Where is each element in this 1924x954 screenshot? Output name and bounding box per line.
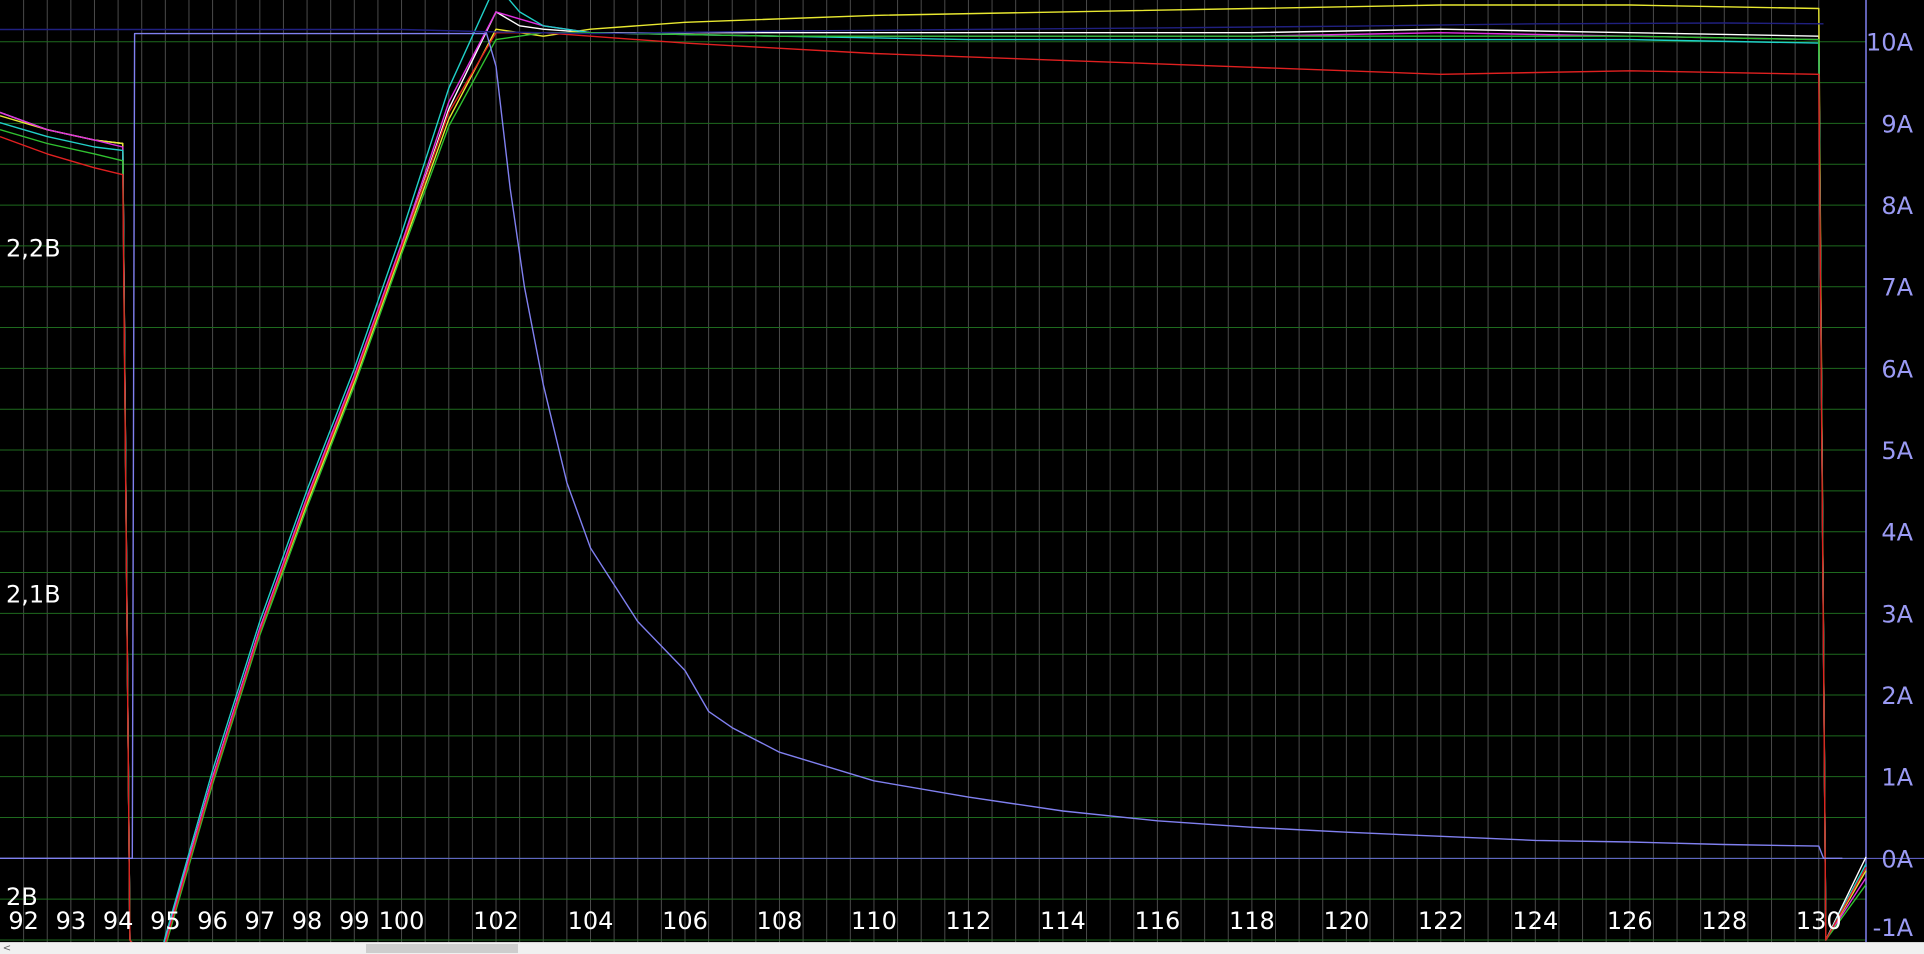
x-tick-label: 106 [662, 907, 708, 935]
chart: 92 93 94 95 96 97 98 99 100 102 104 106 108 110 112 114… [0, 0, 1924, 942]
x-tick-label: 98 [292, 907, 323, 935]
y-right-tick-label: 3A [1881, 600, 1913, 628]
x-tick-label: 130 [1796, 907, 1842, 935]
x-tick-label: 102 [473, 907, 519, 935]
y-right-tick-label: 5A [1881, 437, 1913, 465]
y-right-tick-label: 4A [1881, 519, 1913, 547]
x-tick-label: 108 [757, 907, 803, 935]
y-right-tick-label: 9A [1881, 110, 1913, 138]
y-right-tick-label: 10A [1866, 29, 1914, 57]
scroll-left-arrow-icon[interactable]: < [2, 943, 12, 954]
x-tick-label: 93 [56, 907, 87, 935]
y-left-tick-label: 2,1В [6, 581, 61, 609]
x-tick-label: 97 [245, 907, 276, 935]
x-tick-label: 128 [1701, 907, 1747, 935]
plot-background [0, 0, 1924, 942]
horizontal-scrollbar[interactable]: < [0, 942, 1924, 954]
scroll-thumb[interactable] [366, 944, 518, 953]
x-tick-label: 100 [379, 907, 425, 935]
x-tick-label: 110 [851, 907, 897, 935]
y-left-tick-label: 2,2В [6, 234, 61, 262]
y-left-tick-label: 2В [6, 883, 38, 911]
y-right-tick-label: 6A [1881, 355, 1913, 383]
y-right-tick-label: 1A [1881, 764, 1913, 792]
x-tick-label: 120 [1323, 907, 1369, 935]
x-tick-label: 95 [150, 907, 181, 935]
x-tick-label: 116 [1134, 907, 1180, 935]
x-tick-label: 96 [197, 907, 228, 935]
y-right-tick-label: 2A [1881, 682, 1913, 710]
y-right-tick-label: 8A [1881, 192, 1913, 220]
x-tick-label: 92 [8, 907, 39, 935]
x-tick-label: 118 [1229, 907, 1275, 935]
x-tick-label: 114 [1040, 907, 1086, 935]
y-right-tick-label: -1A [1873, 914, 1914, 942]
x-tick-label: 94 [103, 907, 134, 935]
x-tick-label: 112 [946, 907, 992, 935]
x-tick-label: 122 [1418, 907, 1464, 935]
y-right-tick-label: 0A [1881, 845, 1913, 873]
y-right-tick-label: 7A [1881, 274, 1913, 302]
x-tick-label: 124 [1512, 907, 1558, 935]
x-tick-label: 99 [339, 907, 370, 935]
x-tick-label: 104 [568, 907, 614, 935]
x-tick-label: 126 [1607, 907, 1653, 935]
